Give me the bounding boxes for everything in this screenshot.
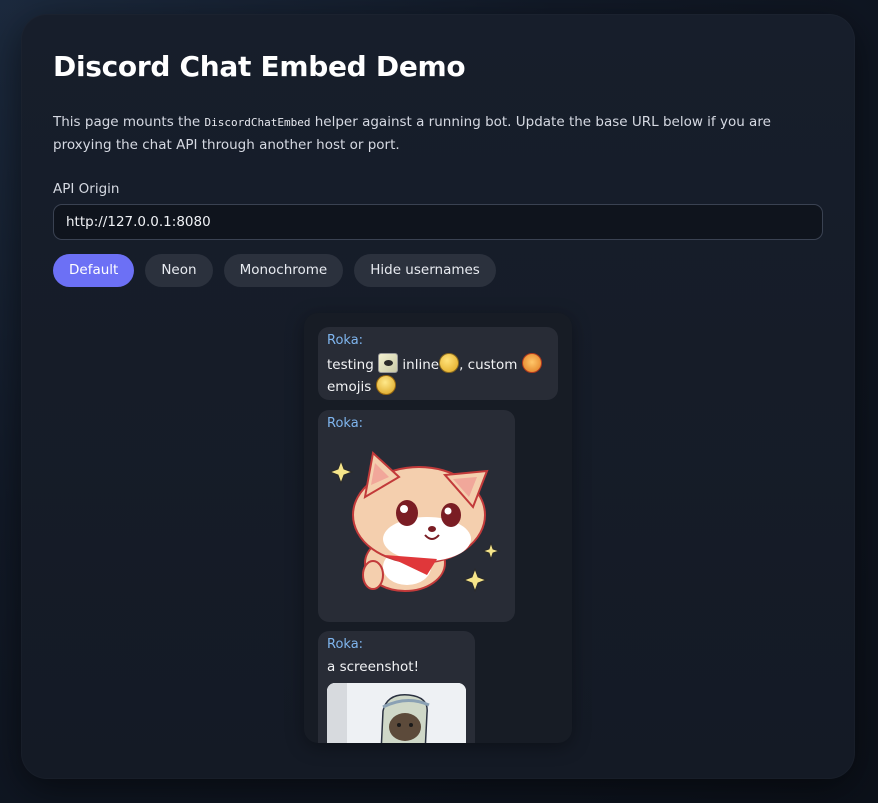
demo-card: Discord Chat Embed Demo This page mounts… xyxy=(21,14,855,779)
message-author: Roka: xyxy=(327,416,364,431)
chat-message: Roka: a screenshot! xyxy=(318,631,475,743)
theme-selector: Default Neon Monochrome Hide usernames xyxy=(53,254,496,287)
page-title: Discord Chat Embed Demo xyxy=(53,50,466,83)
theme-default-button[interactable]: Default xyxy=(53,254,135,287)
screenshot-attachment[interactable] xyxy=(327,683,466,743)
description-text-start: This page mounts the xyxy=(53,114,205,130)
chat-message: Roka: testing inline , custom emojis xyxy=(318,327,558,400)
dizzy-face-emoji-icon xyxy=(439,353,460,373)
shiba-sticker-image xyxy=(328,451,501,593)
api-origin-label: API Origin xyxy=(53,181,120,197)
api-origin-input[interactable] xyxy=(53,204,823,240)
description-code: DiscordChatEmbed xyxy=(204,116,311,129)
page-description: This page mounts the DiscordChatEmbed he… xyxy=(53,111,823,157)
message-author: Roka: xyxy=(327,333,364,348)
message-text: testing inline , custom emojis xyxy=(327,353,549,397)
message-text-part: inline xyxy=(398,357,440,373)
pleading-face-emoji-icon xyxy=(375,375,396,395)
chat-message: Roka: xyxy=(318,410,515,622)
screenshot-image xyxy=(327,683,466,743)
message-text: a screenshot! xyxy=(327,659,419,675)
pepe-emoji-icon xyxy=(378,353,399,373)
theme-monochrome-button[interactable]: Monochrome xyxy=(223,254,344,287)
message-text-part: , custom xyxy=(459,357,522,373)
angry-face-emoji-icon xyxy=(521,353,542,373)
theme-neon-button[interactable]: Neon xyxy=(145,254,213,287)
hide-usernames-button[interactable]: Hide usernames xyxy=(354,254,496,287)
chat-embed[interactable]: Roka: testing inline , custom emojis Roka… xyxy=(304,313,572,743)
message-text-part: testing xyxy=(327,357,379,373)
message-text-part: emojis xyxy=(327,379,376,395)
message-author: Roka: xyxy=(327,637,364,652)
